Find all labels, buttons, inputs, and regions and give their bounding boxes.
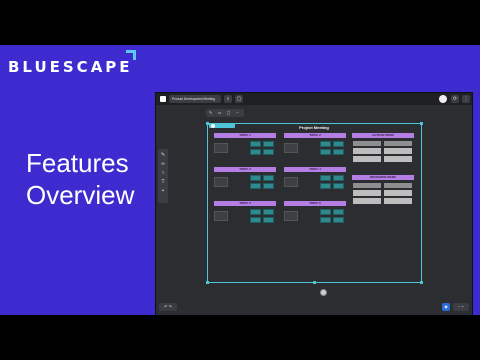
section-topic-5[interactable]: TOPIC 5 [214, 201, 276, 229]
corner-mark-icon [126, 50, 136, 60]
section-header: TOPIC 5 [214, 201, 276, 206]
brand-wordmark: BLUESCAPE [8, 58, 133, 76]
lock-icon[interactable] [211, 124, 215, 128]
note[interactable] [263, 175, 274, 181]
note[interactable] [320, 149, 331, 155]
note[interactable] [263, 141, 274, 147]
cursor-indicator [320, 289, 327, 296]
note[interactable] [263, 209, 274, 215]
history-icon[interactable]: ⟳ [451, 95, 459, 103]
resize-handle[interactable] [420, 122, 423, 125]
app-logo-icon[interactable] [160, 96, 166, 102]
section-topic-3[interactable]: TOPIC 3 [214, 167, 276, 195]
note[interactable] [214, 143, 228, 153]
text-icon[interactable]: T [158, 178, 168, 186]
note[interactable] [384, 148, 412, 154]
headline-line-2: Overview [26, 180, 135, 210]
zoom-control[interactable]: − + [453, 303, 469, 311]
section-topic-6[interactable]: TOPIC 6 [284, 201, 346, 229]
section-header: DECISIONS MADE [352, 175, 414, 180]
headline-line-1: Features [26, 148, 129, 178]
note[interactable] [250, 209, 261, 215]
location-icon[interactable]: ◉ [442, 303, 450, 311]
note[interactable] [333, 183, 344, 189]
avatar[interactable] [439, 95, 447, 103]
tool-sidebar: ✎ ∞ ○ T + [158, 149, 168, 203]
note[interactable] [250, 141, 261, 147]
note[interactable] [384, 156, 412, 162]
section-header: TOPIC 1 [214, 133, 276, 138]
note[interactable] [263, 149, 274, 155]
section-header: TOPIC 3 [214, 167, 276, 172]
resize-handle[interactable] [313, 281, 316, 284]
note[interactable] [353, 156, 381, 162]
note[interactable] [384, 141, 412, 146]
workspace-name[interactable]: Product Development Meeting [169, 95, 221, 103]
note[interactable] [320, 209, 331, 215]
share-icon[interactable]: ▢ [235, 95, 243, 103]
section-header: ACTION ITEMS [352, 133, 414, 138]
link-icon[interactable]: ∞ [158, 160, 168, 168]
note[interactable] [320, 175, 331, 181]
app-window: Product Development Meeting ⌕ ▢ ⟳ ⋮ ✎ ▭ … [155, 92, 473, 315]
note[interactable] [250, 183, 261, 189]
pen-icon[interactable]: ✎ [158, 151, 168, 159]
note[interactable] [263, 217, 274, 223]
section-topic-1[interactable]: TOPIC 1 [214, 133, 276, 161]
note[interactable] [320, 141, 331, 147]
shape-icon[interactable]: ○ [158, 169, 168, 177]
note[interactable] [214, 211, 228, 221]
section-action-items[interactable]: ACTION ITEMS [352, 133, 414, 171]
undo-redo-control[interactable]: ↶ ↷ [159, 303, 177, 311]
present-icon[interactable]: ▢ [224, 109, 233, 117]
board-title: Project Meeting [299, 125, 329, 130]
note[interactable] [353, 190, 381, 196]
section-topic-2[interactable]: TOPIC 2 [284, 133, 346, 161]
note[interactable] [353, 183, 381, 188]
note[interactable] [284, 143, 298, 153]
note[interactable] [284, 211, 298, 221]
note[interactable] [333, 217, 344, 223]
resize-handle[interactable] [206, 281, 209, 284]
more-icon[interactable]: ⋮ [462, 95, 470, 103]
note[interactable] [353, 141, 381, 146]
note[interactable] [263, 183, 274, 189]
note[interactable] [333, 175, 344, 181]
resize-handle[interactable] [420, 281, 423, 284]
note[interactable] [384, 198, 412, 204]
selection-toolbar: ✎ ▭ ▢ ⋯ [206, 109, 244, 117]
note[interactable] [250, 217, 261, 223]
video-frame: BLUESCAPE Features Overview Product Deve… [0, 45, 480, 315]
section-topic-4[interactable]: TOPIC 4 [284, 167, 346, 195]
section-header: TOPIC 4 [284, 167, 346, 172]
note[interactable] [384, 183, 412, 188]
section-decisions-made[interactable]: DECISIONS MADE [352, 175, 414, 213]
note[interactable] [333, 141, 344, 147]
note[interactable] [384, 190, 412, 196]
note[interactable] [320, 183, 331, 189]
note[interactable] [353, 148, 381, 154]
note[interactable] [333, 149, 344, 155]
headline: Features Overview [26, 147, 134, 211]
note[interactable] [284, 177, 298, 187]
section-header: TOPIC 6 [284, 201, 346, 206]
top-bar: Product Development Meeting ⌕ ▢ ⟳ ⋮ [156, 93, 472, 105]
note[interactable] [333, 209, 344, 215]
search-icon[interactable]: ⌕ [224, 95, 232, 103]
add-icon[interactable]: + [158, 187, 168, 195]
note[interactable] [320, 217, 331, 223]
comment-icon[interactable]: ▭ [215, 109, 224, 117]
pin-icon[interactable]: ✎ [206, 109, 215, 117]
note[interactable] [214, 177, 228, 187]
note[interactable] [353, 198, 381, 204]
section-header: TOPIC 2 [284, 133, 346, 138]
more-icon[interactable]: ⋯ [233, 109, 242, 117]
note[interactable] [250, 149, 261, 155]
note[interactable] [250, 175, 261, 181]
